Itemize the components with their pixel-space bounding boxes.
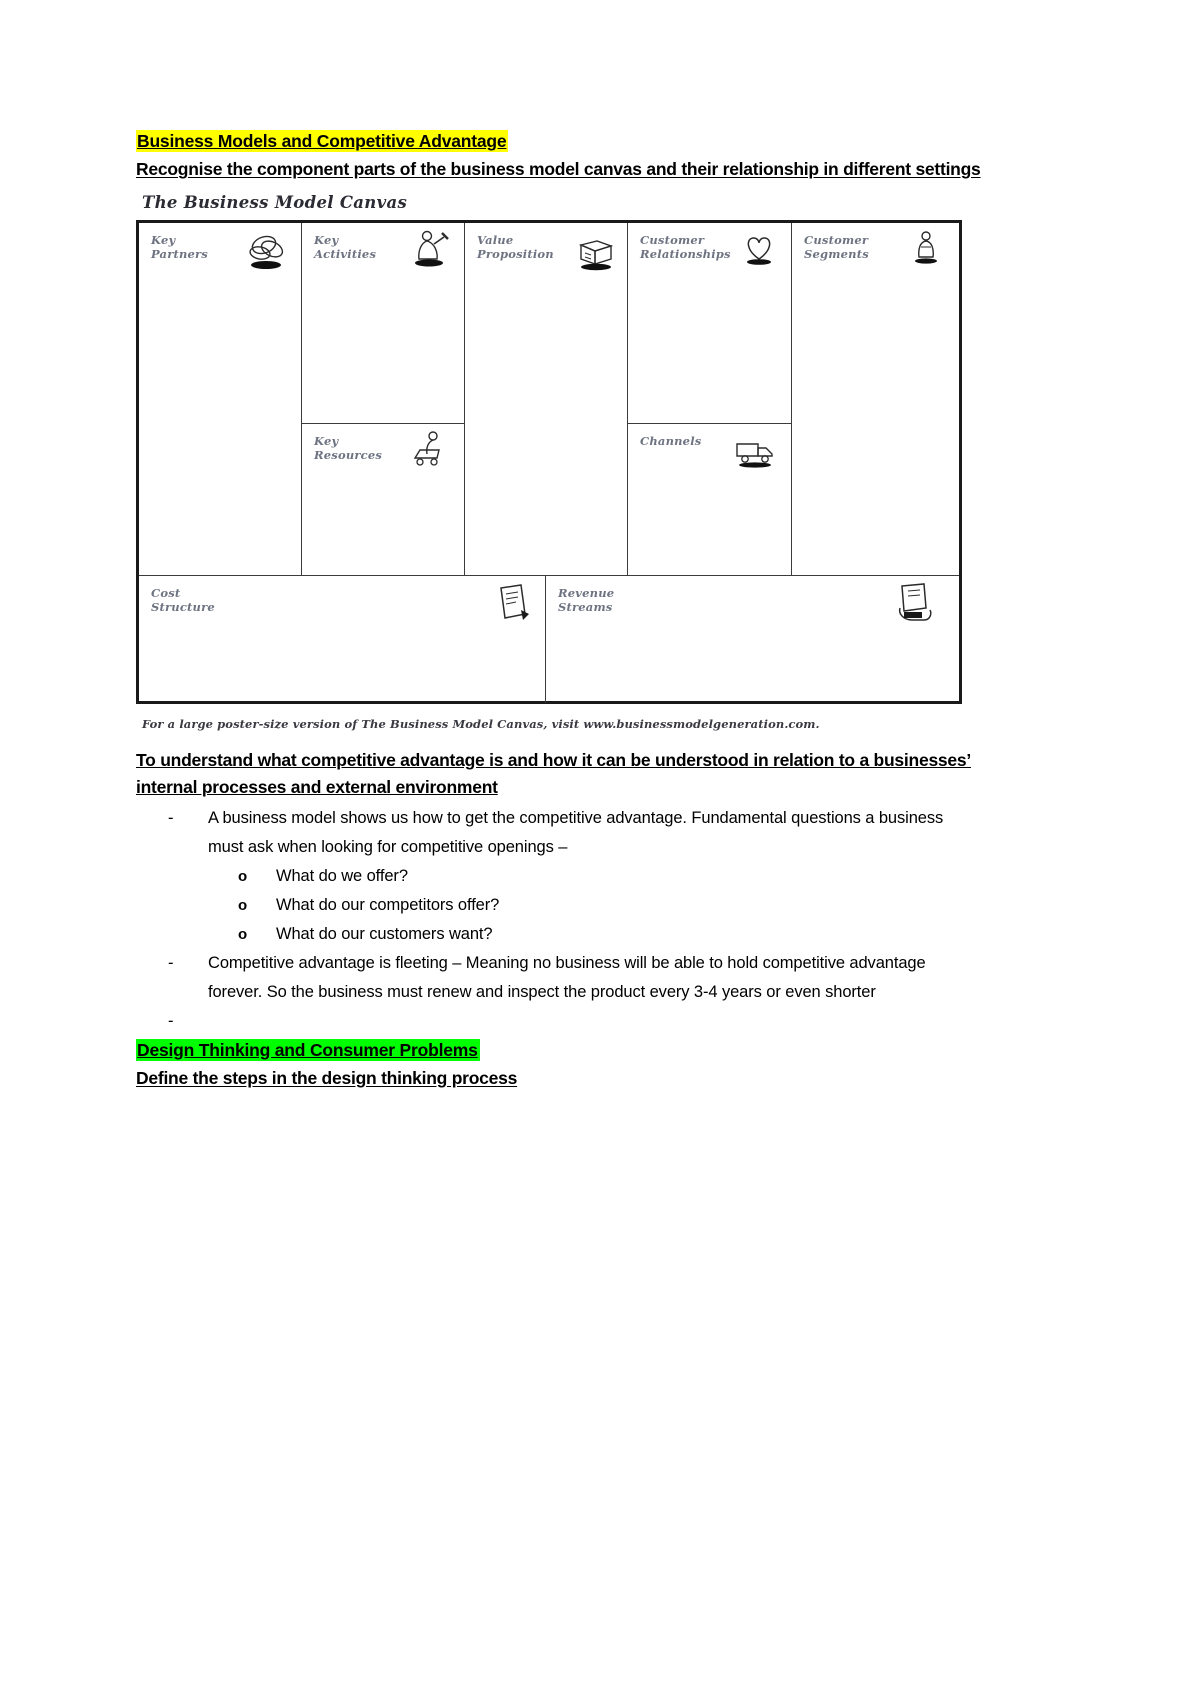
bullet-marker: - <box>168 809 174 827</box>
list-item-text: What do we offer? <box>276 867 408 885</box>
bullet-marker: o <box>238 926 248 943</box>
list-item-text: What do our competitors offer? <box>276 896 500 914</box>
list-item: o What do our customers want? <box>136 920 982 949</box>
delivery-truck-icon <box>732 430 778 474</box>
topic1-heading-highlighted: Business Models and Competitive Advantag… <box>136 130 509 152</box>
business-model-canvas-figure: The Business Model Canvas Key Partners K… <box>136 193 972 731</box>
price-tag-icon <box>487 580 539 630</box>
canvas-block-label: Customer Relationships <box>640 233 731 261</box>
money-hand-icon <box>886 578 942 632</box>
bullet-marker: - <box>168 1012 174 1030</box>
canvas-block-label: Value Proposition <box>477 233 554 261</box>
canvas-block-revenue-streams: Revenue Streams <box>546 576 959 703</box>
list-item: - Competitive advantage is fleeting – Me… <box>136 949 982 1007</box>
list-item-text: A business model shows us how to get the… <box>208 809 944 856</box>
canvas-block-customer-segments: Customer Segments <box>792 223 959 575</box>
canvas-block-key-partners: Key Partners <box>139 223 301 575</box>
topic1-objective: Recognise the component parts of the bus… <box>136 159 981 179</box>
notes-objective-heading: To understand what competitive advantage… <box>136 750 971 797</box>
notes-section: To understand what competitive advantage… <box>136 747 982 1092</box>
canvas-block-key-resources: Key Resources <box>302 424 464 575</box>
canvas-block-label: Cost Structure <box>151 586 215 614</box>
list-item: - A business model shows us how to get t… <box>136 804 982 862</box>
page-content: Business Models and Competitive Advantag… <box>136 128 982 1092</box>
canvas-block-label: Key Resources <box>314 434 383 462</box>
document-page: Business Models and Competitive Advantag… <box>0 0 1200 1698</box>
canvas-block-label: Revenue Streams <box>558 586 615 614</box>
list-item-text: Competitive advantage is fleeting – Mean… <box>208 954 926 1001</box>
topic2-heading-line: Design Thinking and Consumer Problems <box>136 1037 982 1063</box>
topic2-heading-highlighted: Design Thinking and Consumer Problems <box>136 1039 480 1061</box>
topic1-heading-line: Business Models and Competitive Advantag… <box>136 128 982 154</box>
chain-links-icon <box>244 229 290 273</box>
figure-caption: For a large poster-size version of The B… <box>142 717 820 731</box>
canvas-block-value-proposition: Value Proposition <box>465 223 627 575</box>
list-item-text: What do our customers want? <box>276 925 493 943</box>
canvas-grid: Key Partners Key Activities Key Resource… <box>136 220 962 704</box>
canvas-block-label: Key Partners <box>151 233 208 261</box>
people-group-icon <box>904 227 950 271</box>
person-hammer-icon <box>407 227 453 271</box>
figure-title: The Business Model Canvas <box>142 193 408 212</box>
bullet-marker: o <box>238 868 248 885</box>
gift-package-icon <box>573 231 619 275</box>
canvas-block-cost-structure: Cost Structure <box>139 576 545 703</box>
heart-icon <box>736 229 782 273</box>
bullet-marker: o <box>238 897 248 914</box>
list-item: o What do we offer? <box>136 862 982 891</box>
topic2-objective: Define the steps in the design thinking … <box>136 1068 518 1088</box>
person-cart-icon <box>407 428 453 472</box>
canvas-block-customer-relationships: Customer Relationships <box>628 223 791 423</box>
bullet-marker: - <box>168 954 174 972</box>
canvas-block-key-activities: Key Activities <box>302 223 464 423</box>
canvas-block-label: Key Activities <box>314 233 377 261</box>
canvas-block-channels: Channels <box>628 424 791 575</box>
list-item: o What do our competitors offer? <box>136 891 982 920</box>
canvas-block-label: Customer Segments <box>804 233 869 261</box>
canvas-block-label: Channels <box>640 434 702 448</box>
